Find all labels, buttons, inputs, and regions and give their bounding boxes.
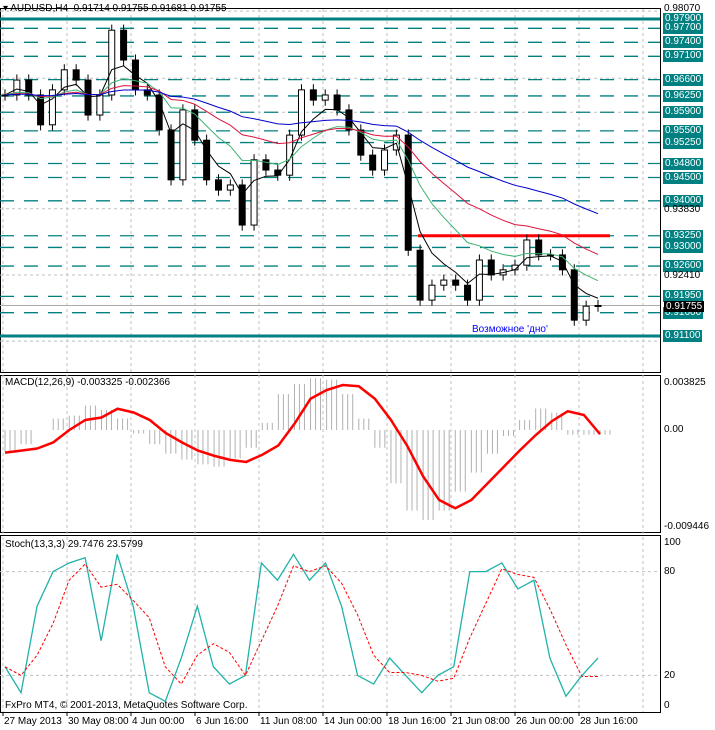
price-panel-frame [0, 8, 661, 373]
date-axis-label: 28 Jun 16:00 [580, 716, 638, 727]
symbol-label: AUDUSD,H4 [10, 3, 69, 14]
candle-body [155, 94, 163, 131]
level-label: 0.97100 [663, 50, 704, 63]
candle-body [179, 109, 187, 181]
date-axis-label: 6 Jun 16:00 [196, 716, 249, 727]
level-label: 0.94500 [663, 171, 704, 184]
level-label: 0.91100 [663, 330, 703, 343]
date-axis-label: 11 Jun 08:00 [260, 716, 318, 727]
macd-title: MACD(12,26,9) -0.003325 -0.002366 [5, 377, 171, 388]
candle-body [333, 94, 341, 111]
candle-body [250, 159, 258, 226]
candle-body [535, 239, 543, 256]
macd-panel-frame [0, 375, 661, 533]
price-axis-label: 0.92410 [664, 270, 701, 281]
candle-body [416, 249, 424, 301]
date-axis-label: 4 Jun 00:00 [132, 716, 185, 727]
level-label: 0.94800 [663, 157, 704, 170]
candle-body [487, 259, 495, 276]
stoch-axis-20: 20 [664, 670, 676, 681]
candle-body [523, 239, 531, 266]
macd-axis-zero: 0.00 [664, 424, 684, 435]
candle-body [214, 179, 222, 191]
candle-body [582, 305, 590, 321]
price-axis-label: 0.93830 [664, 204, 701, 215]
date-axis-label: 14 Jun 00:00 [324, 716, 382, 727]
candle-body [428, 284, 436, 301]
candle-body [392, 134, 400, 151]
candle-body [262, 159, 270, 171]
macd-signal-line [4, 383, 601, 510]
chart-canvas [0, 8, 661, 716]
stoch-title: Stoch(13,3,3) 29.7476 23.5799 [5, 539, 143, 550]
chart-window: ▾ AUDUSD,H4 0.91714 0.91755 0.91681 0.91… [0, 0, 715, 730]
price-axis-top: 0.98070 [664, 3, 701, 14]
current-price-label: 0.91755 [664, 301, 705, 312]
stoch-axis-80: 80 [664, 566, 676, 577]
level-label: 0.95250 [663, 136, 704, 149]
candle-body [440, 279, 448, 286]
stoch-axis-100: 100 [664, 537, 681, 548]
level-label: 0.97700 [663, 22, 704, 35]
candle-body [96, 94, 104, 116]
copyright-footer: FxPro MT4, © 2001-2013, MetaQuotes Softw… [5, 700, 248, 711]
candle-body [594, 304, 602, 307]
bottom-annotation: Возможное 'дно' [472, 324, 548, 335]
candle-body [120, 29, 128, 61]
candle-body [37, 94, 45, 126]
candle-body [369, 154, 377, 171]
date-axis-label: 21 Jun 08:00 [452, 716, 510, 727]
stoch-main-line [4, 553, 599, 703]
level-label: 0.96600 [663, 73, 704, 86]
date-axis-label: 26 Jun 00:00 [516, 716, 574, 727]
date-axis-label: 30 May 08:00 [68, 716, 129, 727]
candle-body [381, 149, 389, 171]
date-axis-label: 27 May 2013 [4, 716, 62, 727]
candle-body [321, 94, 329, 101]
macd-axis-bottom: -0.009446 [664, 521, 710, 532]
level-label: 0.93250 [663, 229, 704, 242]
level-label: 0.95900 [663, 106, 704, 119]
level-label: 0.97400 [663, 36, 704, 49]
chart-header: ▾ AUDUSD,H4 0.91714 0.91755 0.91681 0.91… [3, 3, 227, 14]
candle-body [167, 129, 175, 181]
date-axis-label: 18 Jun 16:00 [388, 716, 446, 727]
stoch-axis-0: 0 [664, 700, 670, 711]
candle-body [452, 279, 460, 286]
level-label: 0.93000 [663, 241, 704, 254]
stoch-signal-line [4, 563, 598, 685]
candle-body [298, 89, 305, 136]
candle-body [84, 79, 92, 116]
candle-body [309, 89, 317, 101]
candle-body [226, 184, 234, 191]
candle-body [72, 69, 80, 81]
candle-body [464, 284, 472, 301]
level-label: 0.95500 [663, 124, 704, 137]
candle-body [570, 269, 578, 321]
ohlc-values: 0.91714 0.91755 0.91681 0.91755 [73, 3, 227, 14]
candle-body [475, 259, 483, 301]
macd-axis-top: 0.003825 [664, 377, 706, 388]
level-label: 0.96250 [663, 89, 704, 102]
